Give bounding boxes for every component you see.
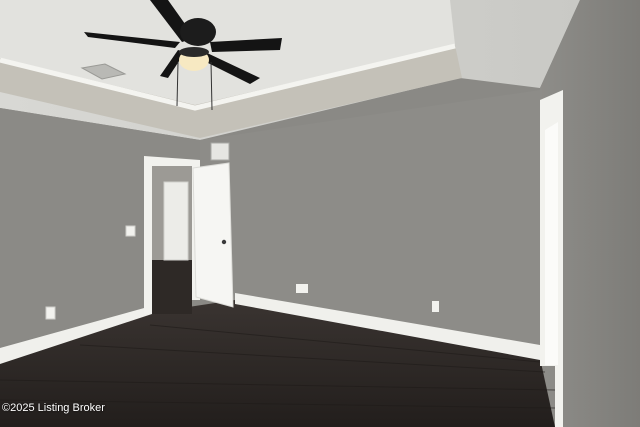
wall-vent: [210, 142, 230, 161]
open-door: [192, 162, 234, 308]
outlet-back-1: [296, 284, 302, 293]
watermark: ©2025 Listing Broker: [2, 402, 105, 414]
fan-motor: [180, 18, 216, 46]
hallway-floor: [150, 260, 192, 314]
room-photo: [0, 0, 640, 427]
outlet-back-2: [302, 284, 308, 293]
hallway-door: [163, 181, 189, 261]
outlet-left: [45, 306, 56, 320]
light-switch: [125, 225, 136, 237]
outlet-back-3: [432, 301, 439, 312]
door-knob: [221, 239, 227, 245]
right-door-opening: [545, 122, 558, 365]
